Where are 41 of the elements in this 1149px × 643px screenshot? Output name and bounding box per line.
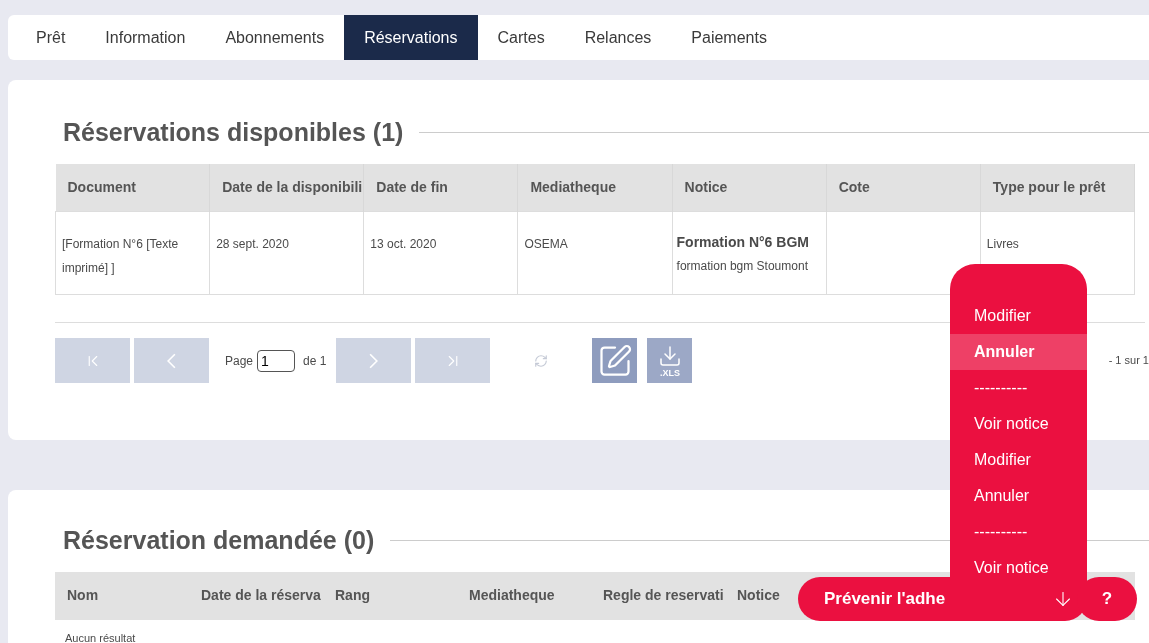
notice-title: Formation N°6 BGM [676,233,809,252]
column-header: Notice [672,163,827,212]
tab[interactable]: Relances [564,15,672,60]
column-header: Document [55,163,210,212]
table-cell: OSEMA [517,211,673,295]
menu-item[interactable]: Modifier [950,442,1087,478]
column-header: Date de la réserva [200,586,322,605]
tab[interactable]: Réservations [344,15,478,60]
table-cell: 28 sept. 2020 [209,211,364,295]
menu-separator: ---------- [973,378,1029,398]
column-header: Notice [736,586,781,605]
tab[interactable]: Paiements [671,15,787,60]
page-label: Page [225,352,254,370]
notice-subtitle: formation bgm Stoumont [676,258,809,275]
tab[interactable]: Abonnements [205,15,345,60]
column-header: Mediatheque [468,586,556,605]
export-xls-button[interactable]: .XLS [647,338,693,383]
column-header: Date de fin [363,163,518,212]
column-header: Date de la disponibili [209,163,364,212]
menu-item[interactable]: Modifier [950,298,1087,334]
menu-item[interactable]: Annuler [950,334,1087,370]
tab[interactable]: Information [85,15,206,60]
page-input[interactable]: 1 [257,349,296,372]
section-title: Réservations disponibles (1) [63,117,404,148]
column-header: Cote [826,163,981,212]
menu-separator: ---------- [973,522,1029,542]
column-header: Nom [66,586,100,605]
empty-message: Aucun résultat [64,630,137,643]
column-header: Regle de reservati [602,586,725,605]
table-cell: [Formation N°6 [Texte imprimé] ] [55,211,210,295]
pager-summary: - 1 sur 1 [1108,353,1149,369]
column-header: Rang [334,586,371,605]
menu-item[interactable]: Voir notice [950,406,1087,442]
column-header: Mediatheque [517,163,673,212]
section-title: Réservation demandée (0) [63,525,375,556]
menu-item[interactable]: Annuler [950,478,1087,514]
tab[interactable]: Cartes [477,15,565,60]
page-count: de 1 [303,352,327,370]
tab[interactable]: Prêt [16,15,86,60]
column-header: Type pour le prêt [980,163,1135,212]
table-cell: 13 oct. 2020 [363,211,518,295]
